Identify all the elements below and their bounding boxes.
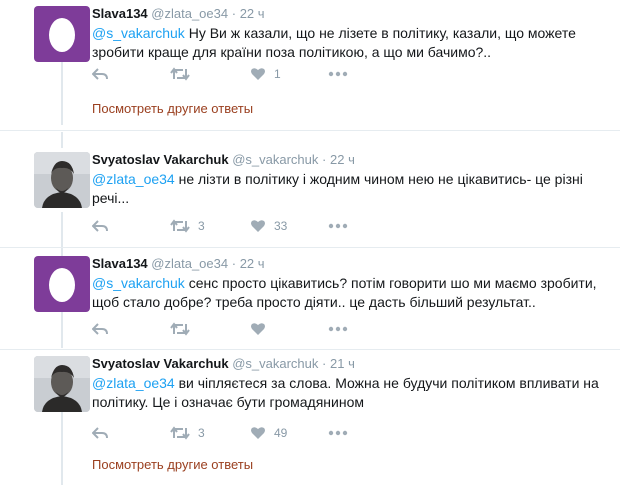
separator-dot: · <box>322 152 327 167</box>
egg-avatar[interactable] <box>34 6 90 62</box>
photo-avatar[interactable] <box>34 152 90 208</box>
like-count: 49 <box>274 426 288 440</box>
like-button[interactable]: 1 <box>250 64 281 84</box>
divider <box>0 247 620 248</box>
like-count: 33 <box>274 219 288 233</box>
reply-button[interactable] <box>92 64 108 84</box>
reply-button[interactable] <box>92 319 108 339</box>
mention-link[interactable]: @zlata_oe34 <box>92 375 175 391</box>
more-button[interactable] <box>328 216 348 236</box>
tweet-actions <box>92 319 392 339</box>
timestamp[interactable]: 22 ч <box>240 256 265 271</box>
timestamp[interactable]: 22 ч <box>240 6 265 21</box>
heart-icon <box>251 323 265 335</box>
more-button[interactable] <box>328 319 348 339</box>
tweet-header: Svyatoslav Vakarchuk @s_vakarchuk · 21 ч <box>92 356 355 372</box>
timestamp[interactable]: 22 ч <box>330 152 355 167</box>
tweet-text: @zlata_oe34 не лізти в політику і жодним… <box>92 170 602 208</box>
reply-icon <box>92 323 108 335</box>
separator-dot: · <box>322 356 327 371</box>
more-button[interactable] <box>328 423 348 443</box>
user-handle[interactable]: @s_vakarchuk <box>232 152 318 167</box>
tweet-text: @zlata_oe34 ви чіпляєтеся за слова. Можн… <box>92 374 602 412</box>
user-handle[interactable]: @zlata_oe34 <box>151 256 228 271</box>
conversation-thread: Slava134 @zlata_oe34 · 22 ч @s_vakarchuk… <box>0 0 620 485</box>
divider <box>0 349 620 350</box>
retweet-count: 3 <box>198 219 205 233</box>
tweet-header: Slava134 @zlata_oe34 · 22 ч <box>92 6 265 22</box>
reply-icon <box>92 220 108 232</box>
retweet-button[interactable]: 3 <box>170 216 205 236</box>
mention-link[interactable]: @s_vakarchuk <box>92 275 185 291</box>
divider <box>0 130 620 131</box>
more-icon <box>328 326 348 332</box>
display-name[interactable]: Svyatoslav Vakarchuk <box>92 152 229 167</box>
retweet-icon <box>170 67 190 81</box>
tweet-text: @s_vakarchuk сенс просто цікавитись? пот… <box>92 274 602 312</box>
reply-button[interactable] <box>92 423 108 443</box>
reply-icon <box>92 427 108 439</box>
retweet-count: 3 <box>198 426 205 440</box>
mention-link[interactable]: @zlata_oe34 <box>92 171 175 187</box>
show-more-replies-link[interactable]: Посмотреть другие ответы <box>92 457 253 472</box>
thread-connector <box>61 212 63 256</box>
like-button[interactable]: 33 <box>250 216 287 236</box>
more-icon <box>328 223 348 229</box>
more-button[interactable] <box>328 64 348 84</box>
more-icon <box>328 430 348 436</box>
tweet-actions: 3 33 <box>92 216 392 236</box>
tweet-text: @s_vakarchuk Ну Ви ж казали, що не лізет… <box>92 24 602 62</box>
timestamp[interactable]: 21 ч <box>330 356 355 371</box>
reply-icon <box>92 68 108 80</box>
thread-connector <box>61 412 63 485</box>
user-handle[interactable]: @zlata_oe34 <box>151 6 228 21</box>
reply-button[interactable] <box>92 216 108 236</box>
separator-dot: · <box>231 6 237 21</box>
retweet-button[interactable] <box>170 64 198 84</box>
retweet-icon <box>170 219 190 233</box>
display-name[interactable]: Slava134 <box>92 256 148 271</box>
retweet-icon <box>170 322 190 336</box>
heart-icon <box>251 427 265 439</box>
egg-avatar[interactable] <box>34 256 90 312</box>
heart-icon <box>251 220 265 232</box>
separator-dot: · <box>231 256 237 271</box>
mention-link[interactable]: @s_vakarchuk <box>92 25 185 41</box>
photo-avatar[interactable] <box>34 356 90 412</box>
retweet-button[interactable] <box>170 319 198 339</box>
display-name[interactable]: Svyatoslav Vakarchuk <box>92 356 229 371</box>
like-count: 1 <box>274 67 281 81</box>
thread-connector <box>61 312 63 348</box>
tweet-actions: 3 49 <box>92 423 392 443</box>
tweet-actions: 1 <box>92 64 392 84</box>
more-icon <box>328 71 348 77</box>
heart-icon <box>251 68 265 80</box>
thread-connector <box>61 62 63 125</box>
display-name[interactable]: Slava134 <box>92 6 148 21</box>
retweet-button[interactable]: 3 <box>170 423 205 443</box>
retweet-icon <box>170 426 190 440</box>
like-button[interactable]: 49 <box>250 423 287 443</box>
tweet-header: Svyatoslav Vakarchuk @s_vakarchuk · 22 ч <box>92 152 355 168</box>
user-handle[interactable]: @s_vakarchuk <box>232 356 318 371</box>
thread-connector <box>61 132 63 148</box>
like-button[interactable] <box>250 319 274 339</box>
tweet-header: Slava134 @zlata_oe34 · 22 ч <box>92 256 265 272</box>
show-more-replies-link[interactable]: Посмотреть другие ответы <box>92 101 253 116</box>
